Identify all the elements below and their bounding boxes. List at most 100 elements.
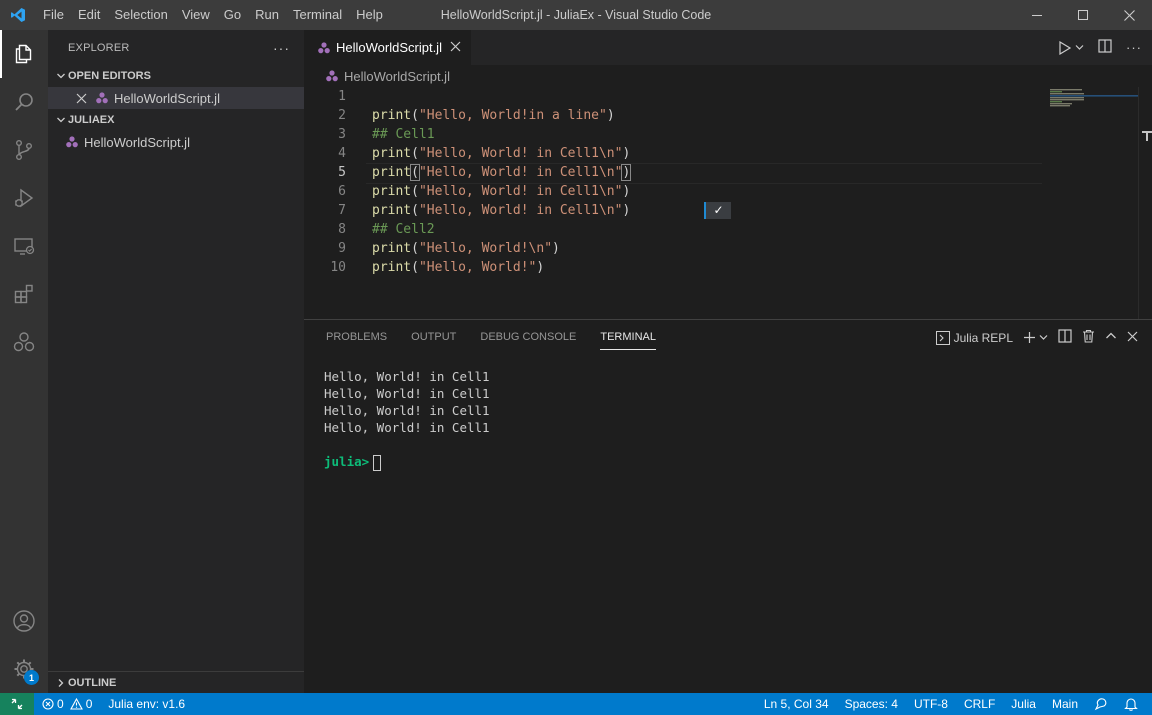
code-token: "Hello, World!\n" xyxy=(418,241,553,256)
julia-env-status[interactable]: Julia env: v1.6 xyxy=(100,697,193,711)
code-token: ( xyxy=(411,108,419,123)
language-mode[interactable]: Julia xyxy=(1003,697,1044,711)
editor-scrollbar[interactable] xyxy=(1138,87,1152,319)
terminal-selector[interactable]: Julia REPL xyxy=(935,330,1013,345)
chevron-down-icon xyxy=(1075,45,1084,50)
editor-tabs: HelloWorldScript.jl ··· xyxy=(304,30,1152,65)
code-line[interactable]: 1 xyxy=(304,87,1152,106)
tab-helloworldscript[interactable]: HelloWorldScript.jl xyxy=(304,30,471,65)
run-file-button[interactable] xyxy=(1058,40,1084,55)
error-icon xyxy=(42,698,54,710)
activity-extensions[interactable] xyxy=(0,270,48,318)
menu-run[interactable]: Run xyxy=(248,0,286,30)
code-token: ) xyxy=(606,108,615,123)
feedback-icon xyxy=(1094,698,1107,711)
warning-icon xyxy=(69,698,83,710)
menu-help[interactable]: Help xyxy=(349,0,390,30)
open-editor-item[interactable]: HelloWorldScript.jl xyxy=(48,87,304,109)
julia-module-status[interactable]: Main xyxy=(1044,697,1086,711)
activity-explorer[interactable] xyxy=(0,30,48,78)
activity-bar: 1 xyxy=(0,30,48,693)
tweet-feedback-button[interactable] xyxy=(1086,697,1116,711)
menu-file[interactable]: File xyxy=(36,0,71,30)
chevron-up-icon xyxy=(1106,332,1116,339)
eol-status[interactable]: CRLF xyxy=(956,697,1003,711)
activity-search[interactable] xyxy=(0,78,48,126)
folder-header[interactable]: JULIAEX xyxy=(48,109,304,131)
menu-go[interactable]: Go xyxy=(217,0,248,30)
remote-indicator[interactable] xyxy=(0,693,34,715)
tab-problems[interactable]: PROBLEMS xyxy=(318,320,395,355)
kill-terminal-button[interactable] xyxy=(1082,329,1095,346)
code-token: ( xyxy=(411,146,419,161)
window-controls xyxy=(1014,0,1152,30)
scrollbar-cursor-marker-tail xyxy=(1146,131,1148,141)
activity-manage[interactable]: 1 xyxy=(0,645,48,693)
encoding-status[interactable]: UTF-8 xyxy=(906,697,956,711)
more-actions-button[interactable]: ··· xyxy=(273,40,290,56)
menu-terminal[interactable]: Terminal xyxy=(286,0,349,30)
split-editor-icon xyxy=(1098,39,1112,53)
code-line[interactable]: 4 print("Hello, World! in Cell1\n") xyxy=(304,144,1152,163)
menu-view[interactable]: View xyxy=(175,0,217,30)
editor-actions: ··· xyxy=(1058,30,1142,65)
code-token: ) xyxy=(622,203,631,218)
source-control-icon xyxy=(15,140,32,161)
editor-more-button[interactable]: ··· xyxy=(1126,40,1142,55)
new-terminal-button[interactable] xyxy=(1023,331,1048,344)
code-line[interactable]: 6 print("Hello, World! in Cell1\n") xyxy=(304,182,1152,201)
terminal-output[interactable]: Hello, World! in Cell1 Hello, World! in C… xyxy=(324,368,490,471)
activity-accounts[interactable] xyxy=(0,597,48,645)
breadcrumb[interactable]: HelloWorldScript.jl xyxy=(304,65,1152,87)
code-line[interactable]: 10 print("Hello, World!") xyxy=(304,258,1152,277)
tab-output[interactable]: OUTPUT xyxy=(403,320,464,355)
code-line[interactable]: 2 print("Hello, World!in a line") xyxy=(304,106,1152,125)
activity-remote-explorer[interactable] xyxy=(0,222,48,270)
julia-file-icon xyxy=(316,40,332,56)
code-line[interactable]: 3 ## Cell1 xyxy=(304,125,1152,144)
code-line[interactable]: 7 print("Hello, World! in Cell1\n") ✓ xyxy=(304,201,1152,220)
close-window-button[interactable] xyxy=(1106,0,1152,30)
line-number: 10 xyxy=(330,260,346,275)
code-token: "Hello, World! in Cell1\n" xyxy=(418,146,623,161)
terminal-prompt-line[interactable]: julia> xyxy=(324,453,490,471)
split-editor-button[interactable] xyxy=(1098,39,1112,56)
activity-run-debug[interactable] xyxy=(0,174,48,222)
minimize-button[interactable] xyxy=(1014,0,1060,30)
code-editor[interactable]: 1 2 print("Hello, World!in a line") 3 ## Cel… xyxy=(304,87,1152,277)
code-line[interactable]: 9 print("Hello, World!\n") xyxy=(304,239,1152,258)
maximize-panel-button[interactable] xyxy=(1105,330,1117,345)
open-editors-label: OPEN EDITORS xyxy=(68,70,151,82)
minimap-preview xyxy=(1050,89,1138,107)
close-tab-icon[interactable] xyxy=(450,40,461,55)
problems-status[interactable]: 0 0 xyxy=(34,697,100,711)
file-tree-item[interactable]: HelloWorldScript.jl xyxy=(48,131,304,153)
outline-header[interactable]: OUTLINE xyxy=(48,671,304,693)
bell-icon xyxy=(1124,698,1138,711)
code-token: ) xyxy=(552,241,560,256)
line-number: 2 xyxy=(338,108,346,123)
close-editor-icon[interactable] xyxy=(76,93,92,104)
line-content: print("Hello, World! in Cell1\n") xyxy=(372,144,630,163)
notifications-button[interactable] xyxy=(1116,697,1146,711)
chevron-down-icon xyxy=(54,71,68,81)
close-panel-button[interactable] xyxy=(1127,331,1138,345)
cursor-position[interactable]: Ln 5, Col 34 xyxy=(756,697,837,711)
open-editors-header[interactable]: OPEN EDITORS xyxy=(48,65,304,87)
tab-terminal[interactable]: TERMINAL xyxy=(592,320,664,355)
split-terminal-button[interactable] xyxy=(1058,329,1072,346)
code-token: print xyxy=(372,108,412,123)
indentation-status[interactable]: Spaces: 4 xyxy=(837,697,906,711)
inline-result-checkmark[interactable]: ✓ xyxy=(704,202,731,219)
line-number: 1 xyxy=(338,89,346,104)
menu-selection[interactable]: Selection xyxy=(107,0,174,30)
activity-julia[interactable] xyxy=(0,318,48,366)
maximize-button[interactable] xyxy=(1060,0,1106,30)
code-line[interactable]: 5 print("Hello, World! in Cell1\n") xyxy=(304,163,1152,184)
menu-edit[interactable]: Edit xyxy=(71,0,107,30)
code-token: ) xyxy=(536,260,545,275)
activity-source-control[interactable] xyxy=(0,126,48,174)
code-line[interactable]: 8 ## Cell2 xyxy=(304,220,1152,239)
minimap[interactable] xyxy=(1050,87,1138,319)
tab-debug-console[interactable]: DEBUG CONSOLE xyxy=(472,320,584,355)
